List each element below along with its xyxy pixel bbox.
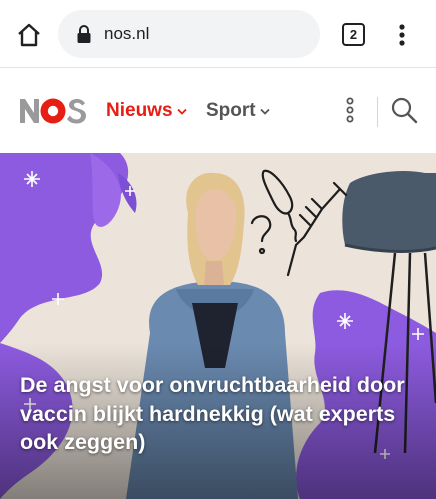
chevron-down-icon (259, 108, 270, 115)
header-divider (377, 97, 378, 127)
nav-item-nieuws[interactable]: Nieuws (106, 100, 187, 122)
site-search-button[interactable] (389, 95, 419, 125)
site-header: Nieuws Sport (0, 69, 436, 153)
site-more-button[interactable] (338, 95, 362, 125)
url-text: nos.nl (104, 24, 150, 43)
more-vertical-icon (399, 24, 405, 46)
nav-label-nieuws: Nieuws (106, 100, 173, 121)
address-bar[interactable]: nos.nl (58, 10, 320, 58)
article-headline[interactable]: De angst voor onvruchtbaarheid door vacc… (20, 371, 420, 457)
home-button[interactable] (14, 20, 44, 50)
chevron-down-icon (176, 108, 187, 115)
home-icon (18, 23, 40, 47)
browser-menu-button[interactable] (390, 22, 414, 48)
lock-icon (74, 23, 94, 45)
nav-item-sport[interactable]: Sport (206, 100, 270, 122)
tab-switcher-button[interactable]: 2 (342, 23, 365, 46)
search-icon (391, 97, 418, 124)
nav-label-sport: Sport (206, 100, 256, 121)
more-vertical-icon (346, 97, 354, 123)
nos-logo[interactable] (19, 97, 87, 125)
browser-toolbar: nos.nl 2 (0, 0, 436, 68)
hero-article[interactable]: De angst voor onvruchtbaarheid door vacc… (0, 153, 436, 499)
